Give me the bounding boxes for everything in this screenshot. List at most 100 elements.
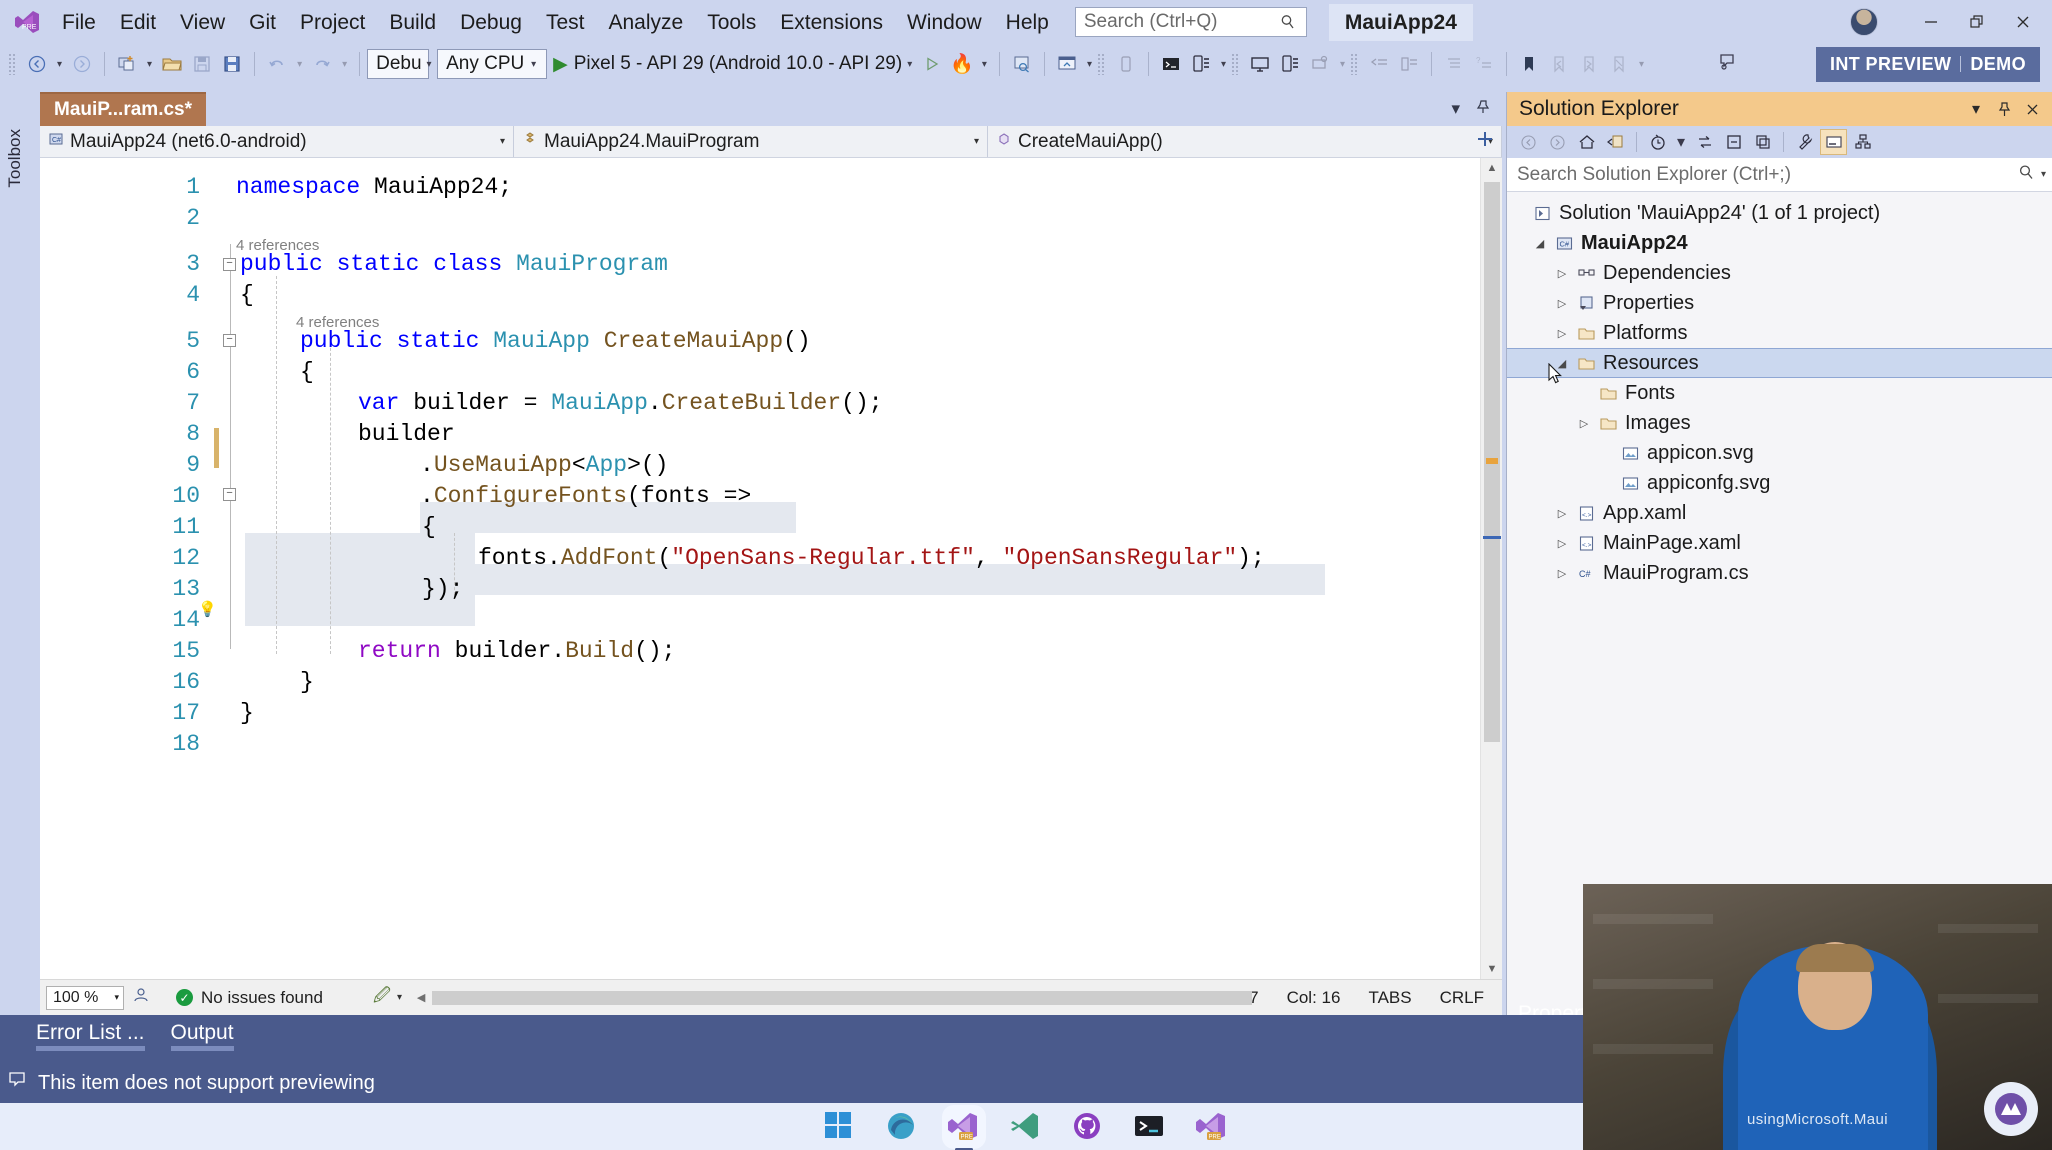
document-tab-mauiprogram[interactable]: MauiP...ram.cs* xyxy=(40,92,207,126)
xaml-hot-reload-icon[interactable] xyxy=(1052,49,1082,79)
eol-indicator[interactable]: CRLF xyxy=(1440,988,1484,1008)
scroll-left-icon[interactable]: ◀ xyxy=(412,991,430,1004)
start-windows-icon[interactable] xyxy=(823,1110,857,1144)
expander-collapsed[interactable]: ▷ xyxy=(1551,297,1573,310)
editor-vertical-scrollbar[interactable]: ▲ ▼ xyxy=(1480,158,1502,979)
device-icon[interactable] xyxy=(1111,49,1141,79)
menu-project[interactable]: Project xyxy=(288,8,377,37)
minimize-icon[interactable] xyxy=(1908,0,1954,44)
screen-reader-icon[interactable] xyxy=(132,986,150,1009)
pin-icon[interactable] xyxy=(1990,95,2018,123)
split-window-icon[interactable] xyxy=(1474,128,1496,150)
bookmark-next-icon[interactable] xyxy=(1574,49,1604,79)
toolbar-grip-3[interactable] xyxy=(1231,53,1240,75)
toolbar-grip-4[interactable] xyxy=(1350,53,1359,75)
menu-view[interactable]: View xyxy=(168,8,237,37)
menu-extensions[interactable]: Extensions xyxy=(768,8,895,37)
windows-terminal-icon[interactable] xyxy=(1133,1110,1167,1144)
comment-selection-icon[interactable] xyxy=(1439,49,1469,79)
restore-icon[interactable] xyxy=(1954,0,2000,44)
expander-collapsed[interactable]: ▷ xyxy=(1551,567,1573,580)
live-visual-tree-icon[interactable] xyxy=(1007,49,1037,79)
hot-reload-caret-icon[interactable]: ▾ xyxy=(977,59,992,70)
indent-decrease-icon[interactable] xyxy=(1364,49,1394,79)
send-feedback-icon[interactable] xyxy=(1717,51,1749,78)
toolbar-grip[interactable] xyxy=(8,53,16,75)
properties-wrench-icon[interactable] xyxy=(1791,129,1818,155)
tree-item-platforms[interactable]: ▷ Platforms xyxy=(1507,318,2052,348)
android-device-manager-caret-icon[interactable]: ▾ xyxy=(1216,59,1231,70)
expander-collapsed[interactable]: ▷ xyxy=(1551,507,1573,520)
menu-window[interactable]: Window xyxy=(895,8,994,37)
uncomment-selection-icon[interactable]: ? xyxy=(1469,49,1499,79)
hscroll-track[interactable] xyxy=(430,990,1253,1005)
undo-caret-icon[interactable]: ▾ xyxy=(292,59,307,70)
chevron-down-icon[interactable]: ▾ xyxy=(1962,95,1990,123)
chevron-down-icon[interactable]: ▾ xyxy=(2035,169,2046,180)
editor-horizontal-scrollbar[interactable]: ◀ ▶ xyxy=(412,988,1253,1008)
navigate-back-caret-icon[interactable]: ▾ xyxy=(52,59,67,70)
run-play-icon[interactable]: ▶ xyxy=(547,53,574,76)
hot-reload-flame-icon[interactable]: 🔥 xyxy=(947,52,977,76)
nav-type-combo[interactable]: MauiApp24.MauiProgram ▾ xyxy=(514,126,988,157)
scroll-up-icon[interactable]: ▲ xyxy=(1481,158,1503,178)
chevron-down-icon[interactable]: ▾ xyxy=(1673,129,1689,155)
vs-code-icon[interactable] xyxy=(1009,1110,1043,1144)
preview-selected-items-icon[interactable] xyxy=(1820,129,1847,155)
code-cleanup-icon[interactable]: 🖉 xyxy=(373,983,391,1012)
run-target-label[interactable]: Pixel 5 - API 29 (Android 10.0 - API 29) xyxy=(574,53,902,75)
solution-explorer-search[interactable]: Search Solution Explorer (Ctrl+;) ▾ xyxy=(1507,158,2052,192)
solution-platform-combo[interactable]: Any CPU ▾ xyxy=(437,49,548,79)
sdk-manager-caret-icon[interactable]: ▾ xyxy=(1335,59,1350,70)
tab-output[interactable]: Output xyxy=(170,1021,234,1053)
tree-item-dependencies[interactable]: ▷ Dependencies xyxy=(1507,258,2052,288)
tree-item-solution[interactable]: Solution 'MauiApp24' (1 of 1 project) xyxy=(1507,198,2052,228)
save-icon[interactable] xyxy=(187,49,217,79)
scroll-down-icon[interactable]: ▼ xyxy=(1481,959,1503,979)
toolbox-tab[interactable]: Toolbox xyxy=(0,92,30,224)
menu-test[interactable]: Test xyxy=(534,8,597,37)
github-desktop-icon[interactable] xyxy=(1071,1110,1105,1144)
tabs-indicator[interactable]: TABS xyxy=(1368,988,1411,1008)
save-all-icon[interactable] xyxy=(217,49,247,79)
menu-git[interactable]: Git xyxy=(237,8,288,37)
toolbar-grip-2[interactable] xyxy=(1096,53,1105,75)
zoom-level-combo[interactable]: 100 % ▾ xyxy=(46,985,124,1010)
redo-caret-icon[interactable]: ▾ xyxy=(337,59,352,70)
expander-collapsed[interactable]: ▷ xyxy=(1551,537,1573,550)
home-icon[interactable] xyxy=(1573,129,1600,155)
tab-error-list[interactable]: Error List ... xyxy=(36,1021,145,1053)
tree-item-fonts[interactable]: Fonts xyxy=(1507,378,2052,408)
tree-item-mauiapp24[interactable]: ◢ C# MauiApp24 xyxy=(1507,228,2052,258)
tree-item-mauiprogram-cs[interactable]: ▷ C# MauiProgram.cs xyxy=(1507,558,2052,588)
menu-edit[interactable]: Edit xyxy=(108,8,168,37)
menu-debug[interactable]: Debug xyxy=(448,8,534,37)
refresh-icon[interactable] xyxy=(1691,129,1718,155)
close-icon[interactable] xyxy=(2018,95,2046,123)
menu-analyze[interactable]: Analyze xyxy=(596,8,695,37)
attach-play-icon[interactable] xyxy=(917,49,947,79)
tree-item-images[interactable]: ▷ Images xyxy=(1507,408,2052,438)
expander-collapsed[interactable]: ▷ xyxy=(1551,327,1573,340)
device-manager-icon[interactable] xyxy=(1275,49,1305,79)
user-avatar[interactable] xyxy=(1850,8,1878,36)
monitor-icon[interactable] xyxy=(1245,49,1275,79)
undo-icon[interactable] xyxy=(262,49,292,79)
bookmark-icon[interactable] xyxy=(1514,49,1544,79)
quick-search-box[interactable]: Search (Ctrl+Q) xyxy=(1074,7,1307,37)
tree-item-mainpage-xaml[interactable]: ▷ <.> MainPage.xaml xyxy=(1507,528,2052,558)
android-device-manager-icon[interactable] xyxy=(1186,49,1216,79)
pending-changes-icon[interactable] xyxy=(1644,129,1671,155)
pin-icon[interactable] xyxy=(1470,99,1496,119)
chevron-down-icon[interactable]: ▾ xyxy=(391,992,402,1003)
run-target-caret-icon[interactable]: ▾ xyxy=(902,59,917,70)
tree-item-app-xaml[interactable]: ▷ <.> App.xaml xyxy=(1507,498,2052,528)
expander-collapsed[interactable]: ▷ xyxy=(1551,267,1573,280)
xaml-hot-reload-caret-icon[interactable]: ▾ xyxy=(1082,59,1097,70)
tree-item-resources[interactable]: ◢ Resources xyxy=(1507,348,2052,378)
sync-with-active-document-icon[interactable] xyxy=(1602,129,1629,155)
navigate-forward-icon[interactable] xyxy=(1544,129,1571,155)
sdk-manager-icon[interactable] xyxy=(1305,49,1335,79)
code-text-area[interactable]: 💡 − − − 4 references 4 references 1 name… xyxy=(40,158,1502,979)
tree-item-appicon-svg[interactable]: appicon.svg xyxy=(1507,438,2052,468)
